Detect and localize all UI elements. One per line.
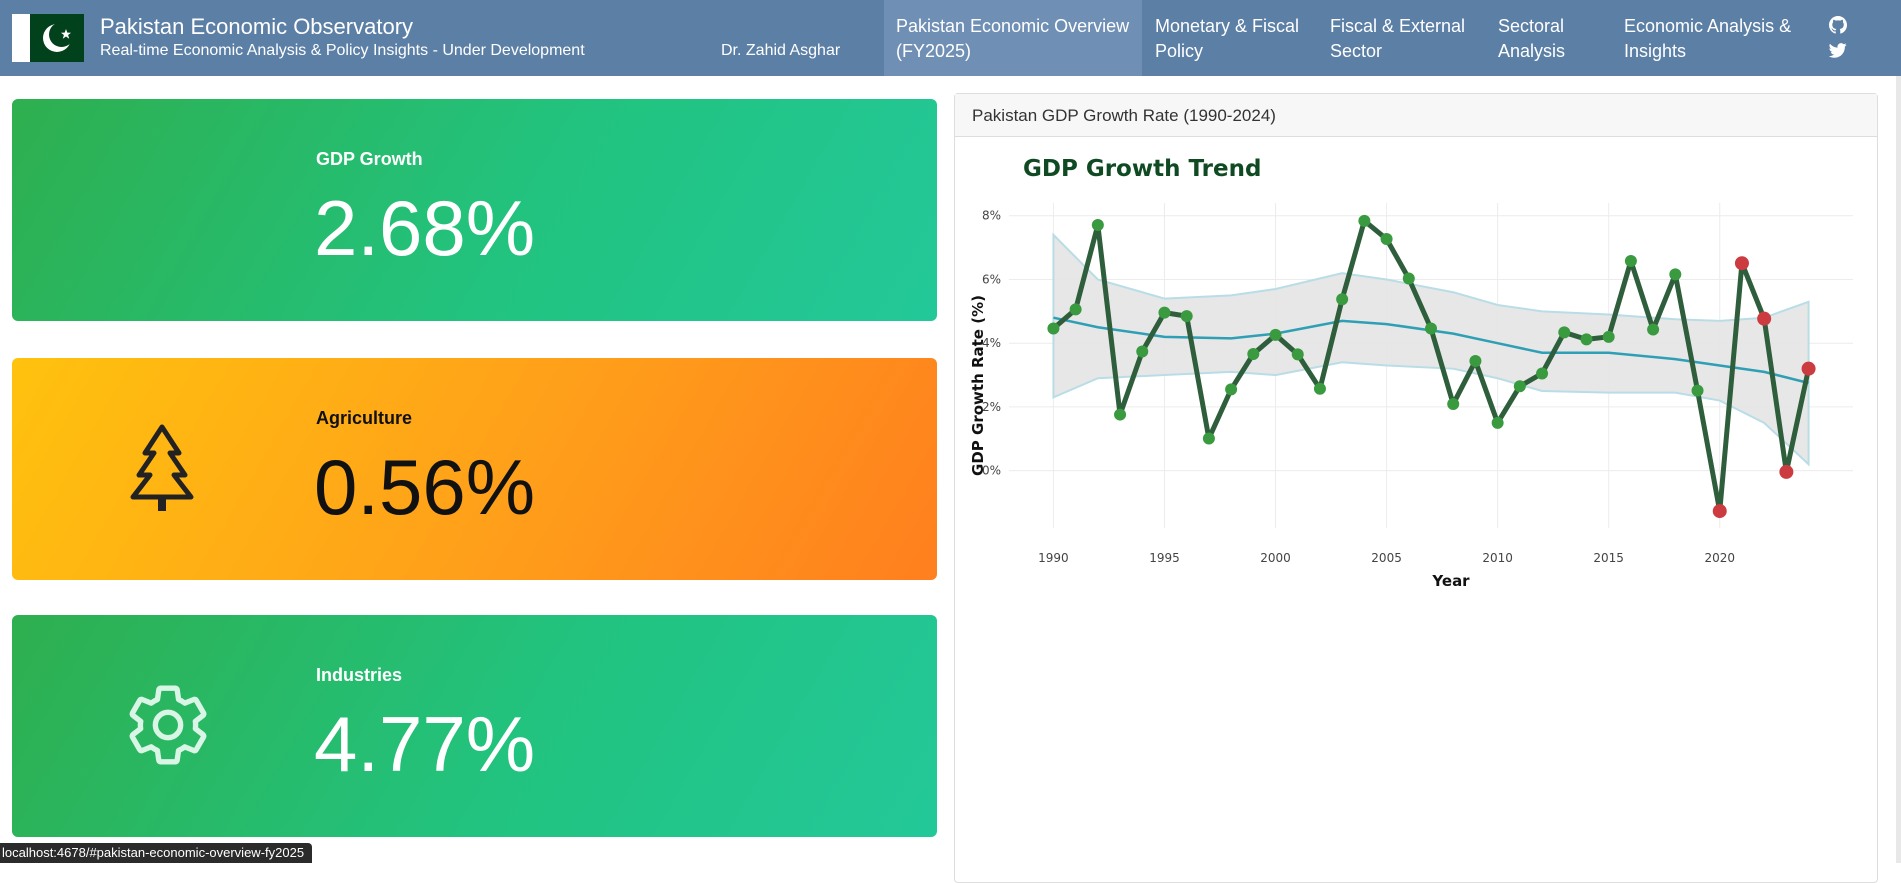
y-axis-title: GDP Growth Rate (%) bbox=[969, 295, 987, 476]
kpi-value: 4.77% bbox=[314, 700, 536, 788]
x-tick-label: 2020 bbox=[1704, 551, 1735, 565]
data-point bbox=[1247, 348, 1260, 361]
data-point bbox=[1202, 432, 1215, 445]
data-point bbox=[1225, 383, 1238, 396]
data-point bbox=[1536, 367, 1549, 380]
tab-label-line1: Fiscal & External bbox=[1330, 16, 1466, 36]
data-point bbox=[1779, 464, 1794, 479]
kpi-card-industries: Industries 4.77% bbox=[12, 615, 937, 837]
tab-fiscal-external-sector[interactable]: Fiscal & External Sector bbox=[1318, 0, 1483, 76]
data-point bbox=[1402, 272, 1415, 285]
tree-icon bbox=[127, 423, 197, 518]
tab-monetary-fiscal-policy[interactable]: Monetary & Fiscal Policy bbox=[1143, 0, 1313, 76]
data-point bbox=[1513, 380, 1526, 393]
tab-label-line2: Insights bbox=[1624, 41, 1687, 61]
kpi-value: 0.56% bbox=[314, 443, 536, 531]
confidence-band bbox=[1052, 232, 1810, 467]
kpi-card-agriculture: Agriculture 0.56% bbox=[12, 358, 937, 580]
app-subtitle: Real-time Economic Analysis & Policy Ins… bbox=[100, 42, 585, 59]
data-point bbox=[1801, 361, 1816, 376]
x-tick-label: 2005 bbox=[1371, 551, 1402, 565]
data-point bbox=[1091, 218, 1104, 231]
top-navbar: Pakistan Economic Observatory Real-time … bbox=[0, 0, 1901, 76]
data-point bbox=[1425, 322, 1437, 335]
x-tick-label: 2000 bbox=[1260, 551, 1291, 565]
data-point bbox=[1691, 384, 1704, 397]
data-point bbox=[1380, 233, 1393, 246]
data-point bbox=[1358, 214, 1371, 227]
author-name: Dr. Zahid Asghar bbox=[721, 42, 841, 59]
pakistan-flag-logo bbox=[12, 14, 84, 62]
tab-pakistan-economic-overview[interactable]: Pakistan Economic Overview (FY2025) bbox=[884, 0, 1142, 76]
tab-sectoral-analysis[interactable]: Sectoral Analysis bbox=[1486, 0, 1601, 76]
data-point bbox=[1447, 398, 1460, 411]
data-point bbox=[1136, 345, 1149, 358]
gdp-chart-panel: Pakistan GDP Growth Rate (1990-2024) GDP… bbox=[954, 93, 1878, 883]
kpi-label: Industries bbox=[316, 665, 403, 685]
data-point bbox=[1580, 333, 1593, 346]
data-point bbox=[1313, 382, 1326, 395]
data-point bbox=[1647, 323, 1660, 336]
kpi-label: Agriculture bbox=[316, 408, 413, 428]
data-point bbox=[1558, 326, 1571, 339]
x-tick-label: 2010 bbox=[1482, 551, 1513, 565]
x-axis-title: Year bbox=[1431, 572, 1470, 590]
github-icon[interactable] bbox=[1829, 16, 1847, 39]
data-point bbox=[1734, 256, 1749, 271]
twitter-icon[interactable] bbox=[1828, 43, 1847, 63]
data-point bbox=[1180, 310, 1193, 323]
gear-icon bbox=[122, 679, 214, 776]
tab-label-line2: Policy bbox=[1155, 41, 1204, 61]
data-point bbox=[1114, 408, 1127, 421]
data-point bbox=[1336, 293, 1349, 306]
app-title[interactable]: Pakistan Economic Observatory bbox=[100, 14, 413, 40]
x-tick-label: 1990 bbox=[1038, 551, 1069, 565]
data-point bbox=[1269, 328, 1282, 341]
tab-label-line1: Sectoral bbox=[1498, 16, 1565, 36]
x-tick-label: 2015 bbox=[1593, 551, 1624, 565]
kpi-card-gdp-growth: GDP Growth 2.68% bbox=[12, 99, 937, 321]
x-tick-label: 1995 bbox=[1149, 551, 1180, 565]
data-point bbox=[1491, 416, 1504, 429]
tab-economic-analysis-insights[interactable]: Economic Analysis & Insights bbox=[1612, 0, 1812, 76]
data-point bbox=[1158, 306, 1171, 319]
tab-label-line1: Economic Analysis & bbox=[1624, 16, 1792, 36]
tab-label-line1: Pakistan Economic Overview bbox=[896, 16, 1130, 36]
data-point bbox=[1757, 311, 1772, 326]
data-point bbox=[1469, 355, 1482, 368]
y-tick-label: 8% bbox=[982, 209, 1001, 223]
y-tick-label: 6% bbox=[982, 272, 1001, 286]
kpi-value: 2.68% bbox=[314, 184, 536, 272]
data-point bbox=[1047, 322, 1060, 335]
tab-label-line1: Monetary & Fiscal bbox=[1155, 16, 1300, 36]
kpi-label: GDP Growth bbox=[316, 149, 423, 169]
data-point bbox=[1069, 303, 1082, 316]
tab-label-line2: Sector bbox=[1330, 41, 1383, 61]
page-scrollbar[interactable] bbox=[1896, 76, 1901, 863]
data-point bbox=[1291, 348, 1304, 361]
gdp-growth-chart[interactable]: 1990 1995 2000 2005 2010 2015 20200%2%4%6%8%Ye… bbox=[955, 137, 1877, 637]
panel-header: Pakistan GDP Growth Rate (1990-2024) bbox=[955, 94, 1877, 137]
tab-label-line2: (FY2025) bbox=[896, 41, 972, 61]
data-point bbox=[1669, 268, 1682, 281]
data-point bbox=[1712, 504, 1727, 519]
status-bar-url: localhost:4678/#pakistan-economic-overvi… bbox=[0, 843, 313, 863]
data-point bbox=[1624, 254, 1637, 267]
data-point bbox=[1602, 330, 1615, 343]
tab-label-line2: Analysis bbox=[1498, 41, 1566, 61]
